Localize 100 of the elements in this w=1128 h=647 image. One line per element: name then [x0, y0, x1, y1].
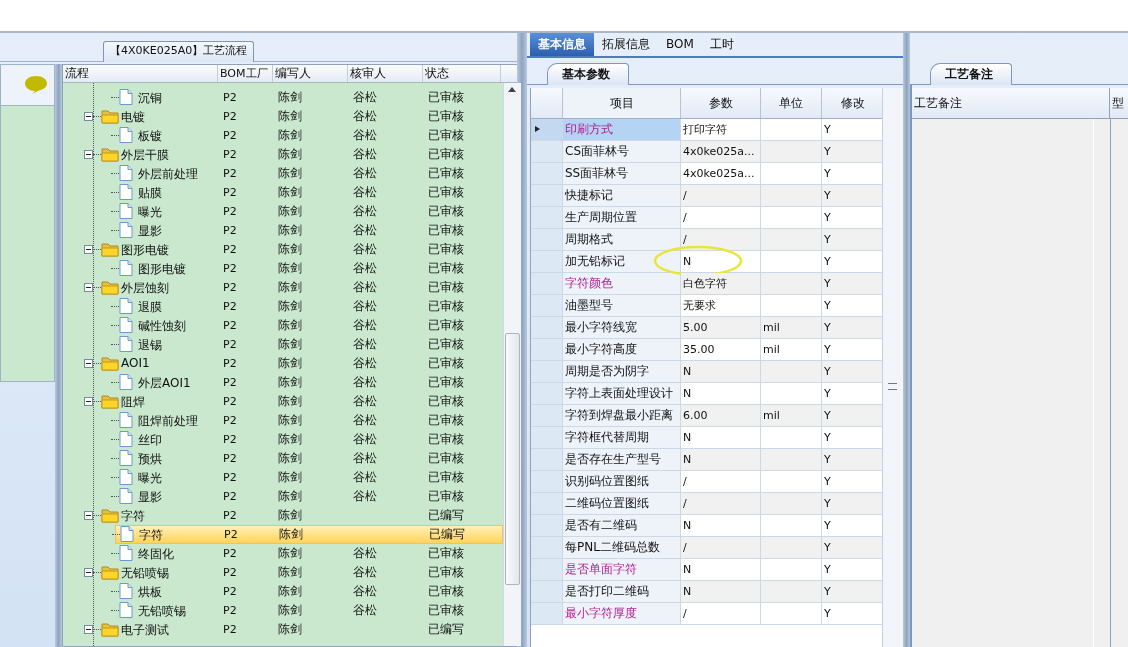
table-cell: 4x0ke025a...	[681, 163, 761, 184]
table-cell: 字符颜色	[563, 273, 681, 294]
collapse-icon[interactable]	[84, 511, 93, 520]
table-cell: /	[681, 229, 761, 250]
folder-icon	[101, 356, 119, 371]
column-header[interactable]: 流程	[63, 65, 218, 82]
collapse-icon[interactable]	[84, 397, 93, 406]
column-header[interactable]: 编写人	[273, 65, 348, 82]
collapse-icon[interactable]	[84, 112, 93, 121]
table-cell: /	[681, 185, 761, 206]
scrollbar[interactable]	[882, 88, 903, 647]
column-header[interactable]: 型	[1110, 88, 1128, 118]
table-cell: 陈剑	[278, 394, 302, 408]
tree-row[interactable]: 曝光 P2 陈剑 谷松 已审核	[63, 202, 503, 221]
column-header[interactable]: 单位	[761, 88, 822, 118]
tree-row[interactable]: 外层蚀刻 P2 陈剑 谷松 已审核	[63, 278, 503, 297]
column-header[interactable]: 参数	[681, 88, 761, 118]
notes-area[interactable]	[912, 119, 1111, 647]
table-cell: Y	[822, 581, 882, 602]
column-header[interactable]: 工艺备注	[912, 88, 1110, 118]
tree-row[interactable]: 字符 P2 陈剑 已编写	[115, 525, 503, 544]
tree-row[interactable]: AOI1 P2 陈剑 谷松 已审核	[63, 354, 503, 373]
tree-row[interactable]: 字符 P2 陈剑 已编写	[63, 506, 503, 525]
tree-row[interactable]: 阻焊 P2 陈剑 谷松 已审核	[63, 392, 503, 411]
column-header[interactable]: 状态	[423, 65, 501, 82]
tree-row[interactable]: 碱性蚀刻 P2 陈剑 谷松 已审核	[63, 316, 503, 335]
tree-label: 预烘	[138, 451, 162, 468]
tree-row[interactable]: 贴膜 P2 陈剑 谷松 已审核	[63, 183, 503, 202]
table-cell: N	[681, 383, 761, 404]
splitter-handle[interactable]	[903, 33, 910, 647]
speech-bubble-icon[interactable]	[24, 75, 48, 95]
table-cell: 识别码位置图纸	[563, 471, 681, 492]
table-cell: 是否存在生产型号	[563, 449, 681, 470]
collapse-icon[interactable]	[84, 150, 93, 159]
table-cell: 已编写	[429, 527, 465, 541]
tree-row[interactable]: 显影 P2 陈剑 谷松 已审核	[63, 221, 503, 240]
tree-row[interactable]: 电镀 P2 陈剑 谷松 已审核	[63, 107, 503, 126]
tree-row[interactable]: 外层AOI1 P2 陈剑 谷松 已审核	[63, 373, 503, 392]
tab[interactable]: 基本信息	[530, 33, 594, 56]
splitter-handle[interactable]	[55, 64, 62, 647]
tree-label: 无铅喷锡	[121, 565, 169, 582]
document-icon	[119, 412, 133, 428]
tree-row[interactable]: 退锡 P2 陈剑 谷松 已审核	[63, 335, 503, 354]
table-cell: 陈剑	[278, 185, 302, 199]
table-cell: 陈剑	[278, 90, 302, 104]
table-cell: 谷松	[353, 223, 377, 237]
document-icon	[119, 165, 133, 181]
tree-row[interactable]: 板镀 P2 陈剑 谷松 已审核	[63, 126, 503, 145]
tree-row[interactable]: 显影 P2 陈剑 谷松 已审核	[63, 487, 503, 506]
tree-row[interactable]: 终固化 P2 陈剑 谷松 已审核	[63, 544, 503, 563]
splitter-handle[interactable]	[517, 33, 527, 647]
tree-row[interactable]: 无铅喷锡 P2 陈剑 谷松 已审核	[63, 601, 503, 620]
collapse-icon[interactable]	[84, 568, 93, 577]
tree-label: 终固化	[138, 546, 174, 563]
tree-row[interactable]: 无铅喷锡 P2 陈剑 谷松 已审核	[63, 563, 503, 582]
tab[interactable]: 拓展信息	[594, 33, 658, 56]
tree-row[interactable]: 外层前处理 P2 陈剑 谷松 已审核	[63, 164, 503, 183]
table-cell: N	[681, 515, 761, 536]
column-header[interactable]: BOM工厂	[218, 65, 273, 82]
table-cell: 已编写	[428, 508, 464, 522]
tree-row[interactable]: 预烘 P2 陈剑 谷松 已审核	[63, 449, 503, 468]
table-cell: 无要求	[681, 295, 761, 316]
document-icon	[119, 89, 133, 105]
tree-row[interactable]: 退膜 P2 陈剑 谷松 已审核	[63, 297, 503, 316]
document-icon	[119, 317, 133, 333]
scrollbar[interactable]	[503, 83, 521, 646]
folder-icon	[101, 622, 119, 637]
tree-row[interactable]: 外层干膜 P2 陈剑 谷松 已审核	[63, 145, 503, 164]
table-cell: 谷松	[353, 128, 377, 142]
document-icon	[119, 450, 133, 466]
table-cell: 谷松	[353, 261, 377, 275]
tree-row[interactable]: 沉铜 P2 陈剑 谷松 已审核	[63, 88, 503, 107]
table-cell: 已审核	[428, 185, 464, 199]
tree-row[interactable]: 图形电镀 P2 陈剑 谷松 已审核	[63, 240, 503, 259]
tree-row[interactable]: 电子测试 P2 陈剑 已编写	[63, 620, 503, 639]
table-cell: N	[681, 559, 761, 580]
tree-row[interactable]: 丝印 P2 陈剑 谷松 已审核	[63, 430, 503, 449]
table-cell: 陈剑	[278, 166, 302, 180]
row-header[interactable]	[531, 119, 563, 140]
collapse-icon[interactable]	[84, 245, 93, 254]
table-cell: 已审核	[428, 109, 464, 123]
tree-label: 外层蚀刻	[121, 280, 169, 297]
table-cell: Y	[822, 273, 882, 294]
tree-row[interactable]: 阻焊前处理 P2 陈剑 谷松 已审核	[63, 411, 503, 430]
collapse-icon[interactable]	[84, 625, 93, 634]
collapse-icon[interactable]	[84, 359, 93, 368]
tree-row[interactable]: 烘板 P2 陈剑 谷松 已审核	[63, 582, 503, 601]
collapse-icon[interactable]	[84, 283, 93, 292]
tab[interactable]: BOM	[658, 33, 702, 56]
column-header[interactable]: 项目	[563, 88, 681, 118]
table-cell: 每PNL二维码总数	[563, 537, 681, 558]
table-cell: 谷松	[353, 470, 377, 484]
tree-row[interactable]: 图形电镀 P2 陈剑 谷松 已审核	[63, 259, 503, 278]
tab[interactable]: 基本参数	[547, 63, 629, 85]
table-cell: P2	[223, 319, 237, 332]
column-header[interactable]: 核审人	[348, 65, 423, 82]
tree-row[interactable]: 曝光 P2 陈剑 谷松 已审核	[63, 468, 503, 487]
tab[interactable]: 工时	[701, 33, 742, 56]
tab[interactable]: 工艺备注	[930, 63, 1012, 85]
table-cell: 谷松	[353, 565, 377, 579]
